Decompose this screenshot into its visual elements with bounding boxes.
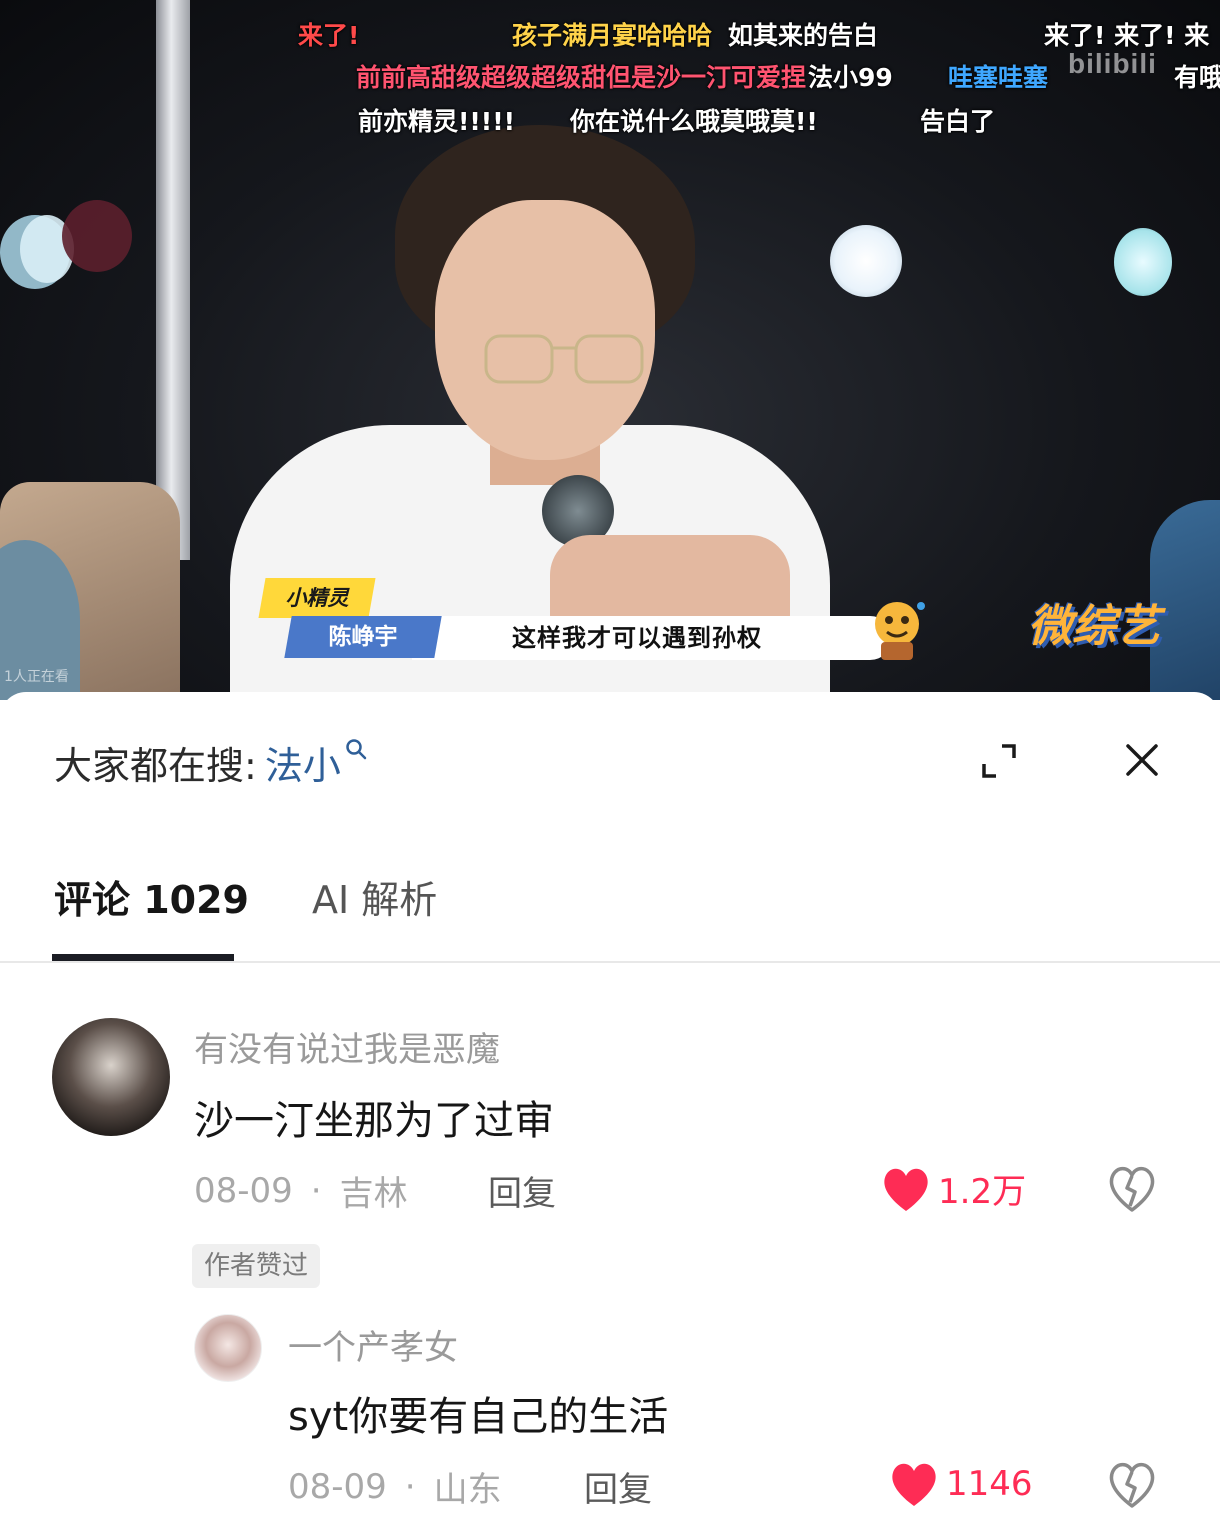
reply-button[interactable]: 回复 xyxy=(488,1166,556,1215)
broken-heart-icon[interactable] xyxy=(1106,1164,1158,1214)
author-liked-badge: 作者赞过 xyxy=(192,1244,321,1288)
danmaku-comment: 前亦精灵!!!!! xyxy=(358,107,516,136)
danmaku-comment: 哇塞哇塞 xyxy=(948,63,1049,92)
comment-location: 吉林 xyxy=(339,1174,408,1214)
comment-date: 08-09 xyxy=(194,1170,293,1211)
danmaku-comment: 前前高甜级超级超级甜但是沙一汀可爱捏 xyxy=(356,63,807,92)
danmaku-comment: 你在说什么哦莫哦莫!! xyxy=(570,107,818,136)
danmaku-comment: 法小99 xyxy=(808,63,893,92)
reply-meta: 08-09 · 山东 xyxy=(288,1462,502,1511)
meta-separator: · xyxy=(404,1466,416,1507)
video-player[interactable]: 来了! 孩子满月宴哈哈哈 如其来的告白 来了! 来了! 来 前前高甜级超级超级甜… xyxy=(0,0,1220,700)
danmaku-comment: 来了! 来了! 来 xyxy=(1044,21,1210,50)
reply-date: 08-09 xyxy=(288,1466,387,1507)
reply-username[interactable]: 一个产孝女 xyxy=(288,1320,458,1369)
name-tag-role: 小精灵 xyxy=(258,578,376,618)
heart-icon[interactable] xyxy=(880,1165,932,1213)
subtitle-bar: 这样我才可以遇到孙权 xyxy=(412,616,892,660)
like-count: 1.2万 xyxy=(938,1172,1027,1212)
comment-meta: 08-09 · 吉林 xyxy=(194,1166,408,1215)
active-tab-indicator xyxy=(52,954,234,961)
comment-text[interactable]: 沙一汀坐那为了过审 xyxy=(194,1088,554,1146)
danmaku-comment: 来了! xyxy=(298,21,360,50)
tab-comments[interactable]: 评论 1029 xyxy=(54,870,249,930)
reply-text[interactable]: syt你要有自己的生活 xyxy=(288,1384,668,1442)
heart-icon[interactable] xyxy=(888,1460,940,1508)
broken-heart-icon[interactable] xyxy=(1106,1460,1158,1510)
danmaku-comment: 有哦 xyxy=(1174,63,1220,92)
divider xyxy=(0,961,1220,963)
trending-search-label: 大家都在搜: xyxy=(54,743,257,788)
expand-icon[interactable] xyxy=(980,742,1018,780)
guest-right xyxy=(1150,500,1220,700)
danmaku-comment: 如其来的告白 xyxy=(728,21,879,50)
bokeh-light xyxy=(62,200,132,272)
glasses-icon xyxy=(484,334,644,384)
show-logo: 微综艺 xyxy=(1028,601,1160,652)
close-icon[interactable] xyxy=(1122,740,1162,780)
avatar[interactable] xyxy=(194,1314,262,1382)
subtitle-text: 这样我才可以遇到孙权 xyxy=(512,624,762,652)
viewer-count: 1人正在看 xyxy=(4,669,69,685)
danmaku-comment: 孩子满月宴哈哈哈 xyxy=(512,21,713,50)
danmaku-comment: 告白了 xyxy=(920,107,996,136)
meta-separator: · xyxy=(310,1170,322,1211)
bilibili-watermark: bilibili xyxy=(1068,48,1157,79)
comment-sheet: 大家都在搜: 法小 评论 1029 AI 解析 有没有说过我是恶魔 沙一汀坐那为… xyxy=(0,692,1220,1538)
avatar[interactable] xyxy=(52,1018,170,1136)
like-button[interactable]: 1.2万 xyxy=(880,1164,1026,1213)
mascot-icon xyxy=(875,602,925,660)
like-count: 1146 xyxy=(946,1464,1033,1504)
reply-button[interactable]: 回复 xyxy=(584,1462,652,1511)
name-tag-role-text: 小精灵 xyxy=(285,586,349,610)
trending-search-term[interactable]: 法小 xyxy=(265,735,341,790)
reply-location: 山东 xyxy=(433,1470,502,1510)
search-icon[interactable] xyxy=(345,738,367,760)
name-tag-name: 陈峥宇 xyxy=(284,616,442,658)
tab-ai-analysis[interactable]: AI 解析 xyxy=(312,870,437,930)
trending-search[interactable]: 大家都在搜: 法小 xyxy=(54,732,367,792)
like-button[interactable]: 1146 xyxy=(888,1460,1033,1508)
comment-username[interactable]: 有没有说过我是恶魔 xyxy=(194,1022,500,1071)
bokeh-light xyxy=(1114,228,1172,296)
name-tag-name-text: 陈峥宇 xyxy=(328,624,398,650)
tent-pole xyxy=(156,0,190,560)
